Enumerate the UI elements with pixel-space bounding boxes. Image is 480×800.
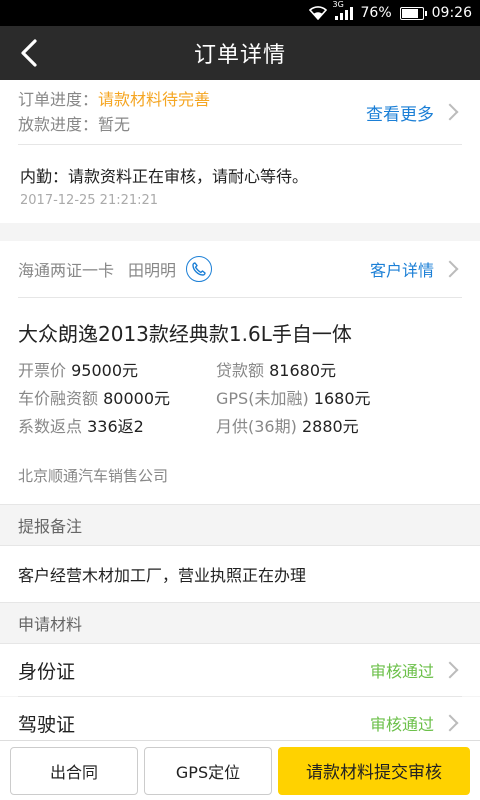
remarks-text: 客户经营木材加工厂，营业执照正在办理 — [0, 546, 480, 602]
signal-icon: 3G — [333, 0, 353, 20]
view-more-label: 查看更多 — [366, 104, 434, 125]
customer-detail-link[interactable]: 客户详情 — [370, 257, 462, 281]
field-monthly-payment: 月供(36期) 2880元 — [216, 417, 359, 436]
nav-bar: 订单详情 — [0, 26, 480, 80]
footer-bar: 出合同 GPS定位 请款材料提交审核 — [0, 740, 480, 800]
field-loan-amount: 贷款额 81680元 — [216, 361, 337, 380]
customer-detail-label: 客户详情 — [369, 261, 434, 280]
field-car-finance: 车价融资额 80000元 — [18, 389, 171, 408]
material-name: 驾驶证 — [18, 713, 76, 736]
view-more-link[interactable]: 查看更多 — [366, 100, 462, 125]
car-fields: 开票价 95000元 贷款额 81680元 车价融资额 80000元 GPS(未… — [18, 357, 462, 437]
battery-icon — [399, 6, 427, 20]
field-invoice-price: 开票价 95000元 — [18, 361, 139, 380]
material-status: 审核通过 — [369, 715, 434, 734]
message-text: 内勤：请款资料正在审核，请耐心等待。 — [20, 167, 309, 186]
dealer-company: 北京顺通汽车销售公司 — [18, 467, 169, 485]
material-name: 身份证 — [18, 660, 76, 683]
material-status: 审核通过 — [369, 662, 434, 681]
loan-progress-label: 放款进度： — [18, 115, 99, 134]
car-model: 大众朗逸2013款经典款1.6L手自一体 — [18, 322, 352, 346]
loan-progress-value: 暂无 — [98, 115, 131, 134]
back-button[interactable] — [12, 36, 46, 70]
status-bar: 3G 76% 09:26 — [0, 0, 480, 26]
submit-materials-button[interactable]: 请款材料提交审核 — [278, 746, 470, 795]
remarks-header: 提报备注 — [0, 504, 480, 546]
phone-icon[interactable] — [186, 256, 213, 282]
network-type: 3G — [332, 0, 344, 9]
chevron-right-icon — [441, 260, 459, 278]
customer-section: 海通两证一卡 田明明 客户详情 大众朗逸2013款经典款1.6L手自一体 开票价… — [0, 241, 480, 504]
progress-section: 订单进度：请款材料待完善 放款进度：暂无 查看更多 内勤：请款资料正在审核，请耐… — [0, 80, 480, 223]
customer-name: 田明明 — [128, 261, 177, 280]
wifi-icon — [308, 6, 327, 20]
chevron-right-icon — [441, 661, 459, 679]
chevron-right-icon — [441, 714, 459, 732]
product-name: 海通两证一卡 — [18, 261, 115, 280]
car-info: 大众朗逸2013款经典款1.6L手自一体 开票价 95000元 贷款额 8168… — [0, 298, 480, 447]
battery-percent: 76% — [360, 5, 392, 21]
gps-location-button[interactable]: GPS定位 — [144, 746, 272, 795]
materials-header: 申请材料 — [0, 602, 480, 644]
back-arrow-icon — [21, 39, 37, 67]
chevron-right-icon — [441, 103, 459, 121]
clock: 09:26 — [431, 5, 472, 21]
material-item-id-card[interactable]: 身份证 审核通过 — [0, 644, 480, 696]
order-progress-value: 请款材料待完善 — [98, 90, 211, 109]
order-progress-label: 订单进度： — [18, 90, 99, 109]
page-title: 订单详情 — [193, 43, 286, 68]
message-timestamp: 2017-12-25 21:21:21 — [20, 193, 159, 208]
field-rebate: 系数返点 336返2 — [18, 417, 144, 436]
status-message: 内勤：请款资料正在审核，请耐心等待。 2017-12-25 21:21:21 — [0, 145, 480, 223]
contract-button[interactable]: 出合同 — [10, 746, 138, 795]
field-gps: GPS(未加融) 1680元 — [216, 389, 371, 408]
